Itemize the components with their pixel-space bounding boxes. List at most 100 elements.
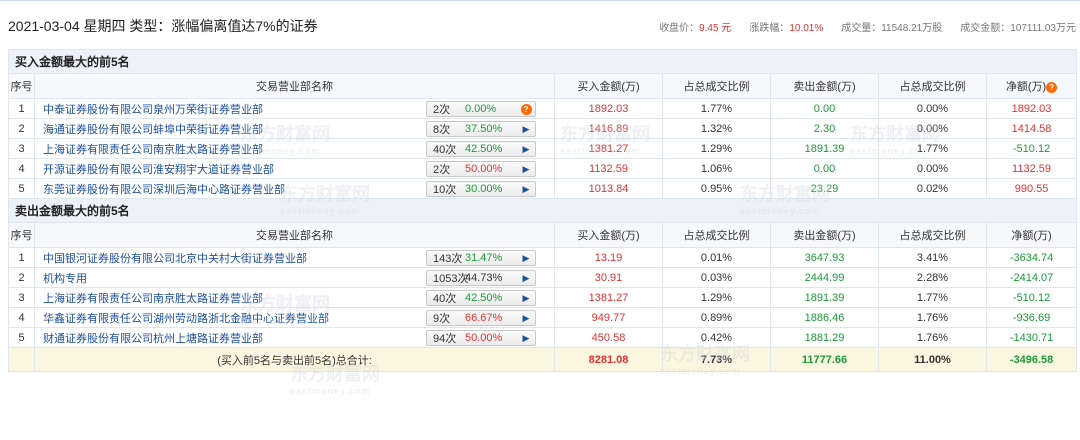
branch-name-cell: 中国银河证券股份有限公司北京中关村大街证券营业部 143次 31.47% ▶ <box>34 247 555 268</box>
sell-ratio: 0.02% <box>878 178 987 199</box>
column-header: 交易营业部名称 <box>34 73 555 99</box>
branch-link[interactable]: 中国银河证券股份有限公司北京中关村大街证券营业部 <box>43 253 307 265</box>
expand-arrow-icon[interactable]: ▶ <box>517 144 535 155</box>
success-rate: 0.00% <box>465 103 497 115</box>
sell-ratio: 1.76% <box>878 307 987 328</box>
buy-ratio: 1.29% <box>662 138 771 159</box>
branch-link[interactable]: 财通证券股份有限公司杭州上塘路证券营业部 <box>43 333 263 345</box>
branch-link[interactable]: 海通证券股份有限公司蚌埠中荣街证券营业部 <box>43 124 263 136</box>
table-row: 2 海通证券股份有限公司蚌埠中荣街证券营业部 8次 37.50% ▶ 1416.89 1.3… <box>8 118 1078 139</box>
dragon-tiger-table: 买入金额最大的前5名 序号 交易营业部名称 买入金额(万) 占总成交比例 卖出金额(万) 占… <box>7 49 1078 372</box>
change-rate-value: 10.01% <box>789 22 824 34</box>
expand-arrow-icon[interactable]: ▶ <box>517 293 535 304</box>
column-header: 占总成交比例 <box>662 222 771 248</box>
buy-amount: 1892.03 <box>554 98 663 119</box>
branch-link[interactable]: 华鑫证券有限责任公司湖州劳动路浙北金融中心证券营业部 <box>43 313 329 325</box>
total-buy-ratio: 7.73% <box>662 347 771 372</box>
help-icon[interactable]: ? <box>517 103 535 115</box>
success-rate: 42.50% <box>465 292 503 304</box>
table-row: 5 东莞证券股份有限公司深圳后海中心路证券营业部 10次 30.00% ▶ 1013.84… <box>8 178 1078 199</box>
listing-stats-badge[interactable]: 2次 0.00%? <box>426 101 536 117</box>
listing-stats-badge[interactable]: 40次 42.50% ▶ <box>426 290 536 306</box>
listing-count: 2次 <box>433 104 451 116</box>
sell-ratio: 1.77% <box>878 287 987 308</box>
change-rate-label: 涨跌幅： <box>749 22 790 34</box>
listing-count: 8次 <box>433 124 451 136</box>
expand-arrow-icon[interactable]: ▶ <box>517 313 535 324</box>
column-header: 净额(万)? <box>985 73 1078 99</box>
buy-amount: 13.19 <box>554 247 663 268</box>
row-index: 2 <box>8 118 35 139</box>
branch-link[interactable]: 东莞证券股份有限公司深圳后海中心路证券营业部 <box>43 184 285 196</box>
buy-amount: 450.58 <box>554 327 663 348</box>
table-row: 1 中国银河证券股份有限公司北京中关村大街证券营业部 143次 31.47% ▶ 13.1… <box>8 247 1078 268</box>
listing-stats-badge[interactable]: 8次 37.50% ▶ <box>426 121 536 137</box>
net-amount: 1414.58 <box>985 118 1078 139</box>
expand-arrow-icon[interactable]: ▶ <box>517 124 535 135</box>
net-amount: -1430.71 <box>985 327 1078 348</box>
buy-amount: 30.91 <box>554 267 663 288</box>
sell-ratio: 0.00% <box>878 158 987 179</box>
total-net: -3496.58 <box>985 347 1078 372</box>
success-rate: 30.00% <box>465 183 503 195</box>
column-header-label: 净额(万) <box>1005 81 1047 93</box>
listing-stats-badge[interactable]: 9次 66.67% ▶ <box>426 310 536 326</box>
success-rate: 37.50% <box>465 123 503 135</box>
listing-count: 1053次 <box>433 273 469 285</box>
table-row: 3 上海证券有限责任公司南京胜太路证券营业部 40次 42.50% ▶ 1381.27 1.… <box>8 287 1078 308</box>
success-rate: 66.67% <box>465 312 503 324</box>
expand-arrow-icon[interactable]: ▶ <box>517 184 535 195</box>
column-header: 序号 <box>8 73 35 99</box>
branch-link[interactable]: 上海证券有限责任公司南京胜太路证券营业部 <box>43 293 263 305</box>
change-rate: 涨跌幅：10.01% <box>749 19 823 34</box>
help-icon[interactable]: ? <box>1046 82 1058 93</box>
column-header-row: 序号 交易营业部名称 买入金额(万) 占总成交比例 卖出金额(万) 占总成交比例 净额(万) <box>8 222 1078 248</box>
row-index: 1 <box>8 247 35 268</box>
section-title-row: 卖出金额最大的前5名 <box>7 198 1078 223</box>
branch-link[interactable]: 开源证券股份有限公司淮安翔宇大道证券营业部 <box>43 164 274 176</box>
success-rate: 42.50% <box>465 143 503 155</box>
sell-amount: 1886.46 <box>770 307 879 328</box>
sell-amount: 1891.39 <box>770 287 879 308</box>
success-rate: 50.00% <box>465 332 503 344</box>
listing-stats-badge[interactable]: 10次 30.00% ▶ <box>426 181 536 197</box>
branch-link[interactable]: 机构专用 <box>43 273 87 285</box>
net-amount: 990.55 <box>985 178 1078 199</box>
expand-arrow-icon[interactable]: ▶ <box>517 273 535 284</box>
net-amount: -2414.07 <box>985 267 1078 288</box>
close-price-label: 收盘价： <box>659 22 700 34</box>
expand-arrow-icon[interactable]: ▶ <box>517 253 535 264</box>
branch-name-cell: 上海证券有限责任公司南京胜太路证券营业部 40次 42.50% ▶ <box>34 138 555 159</box>
table-row: 4 华鑫证券有限责任公司湖州劳动路浙北金融中心证券营业部 9次 66.67% ▶ 949.… <box>8 307 1078 328</box>
listing-count: 40次 <box>433 144 457 156</box>
column-header: 序号 <box>8 222 35 248</box>
listing-stats-badge[interactable]: 143次 31.47% ▶ <box>426 250 536 266</box>
branch-link[interactable]: 中泰证券股份有限公司泉州万荣街证券营业部 <box>43 104 263 116</box>
listing-stats-badge[interactable]: 1053次 44.73% ▶ <box>426 270 536 286</box>
listing-stats-badge[interactable]: 40次 42.50% ▶ <box>426 141 536 157</box>
branch-link[interactable]: 上海证券有限责任公司南京胜太路证券营业部 <box>43 144 263 156</box>
net-amount: -3634.74 <box>985 247 1078 268</box>
net-amount: -510.12 <box>985 138 1078 159</box>
success-rate: 50.00% <box>465 163 503 175</box>
table-row: 4 开源证券股份有限公司淮安翔宇大道证券营业部 2次 50.00% ▶ 1132.59 1.… <box>8 158 1078 179</box>
watermark-en: eastmoney.com <box>290 386 371 396</box>
listing-stats-badge[interactable]: 94次 50.00% ▶ <box>426 330 536 346</box>
sell-amount: 2444.99 <box>770 267 879 288</box>
listing-count: 94次 <box>433 333 457 345</box>
listing-count: 9次 <box>433 313 451 325</box>
buy-amount: 949.77 <box>554 307 663 328</box>
sell-amount: 1881.29 <box>770 327 879 348</box>
total-row: (买入前5名与卖出前5名)总合计: 8281.08 7.73% 11777.66 11.… <box>8 347 1078 372</box>
total-spacer <box>8 347 35 372</box>
expand-arrow-icon[interactable]: ▶ <box>517 333 535 344</box>
total-sell: 11777.66 <box>770 347 879 372</box>
success-rate: 31.47% <box>465 252 503 264</box>
page-title: 2021-03-04 星期四 类型：涨幅偏离值达7%的证券 <box>8 18 318 34</box>
row-index: 3 <box>8 287 35 308</box>
sell-amount: 1891.39 <box>770 138 879 159</box>
sell-ratio: 2.28% <box>878 267 987 288</box>
expand-arrow-icon[interactable]: ▶ <box>517 164 535 175</box>
listing-stats-badge[interactable]: 2次 50.00% ▶ <box>426 161 536 177</box>
buy-amount: 1416.89 <box>554 118 663 139</box>
